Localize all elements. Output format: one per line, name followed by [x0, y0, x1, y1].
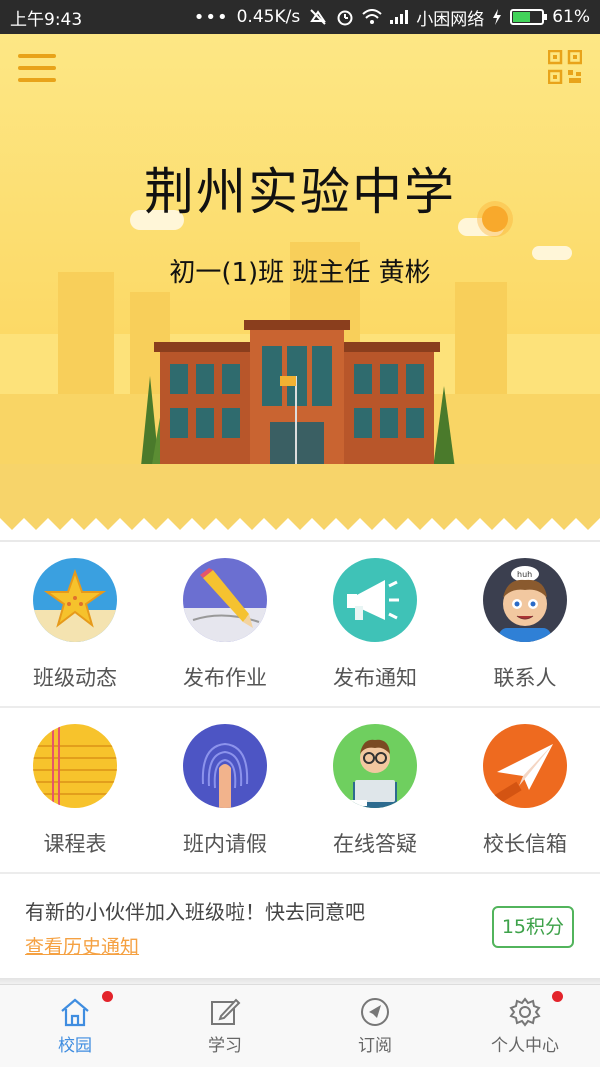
home-icon — [61, 998, 89, 1027]
grid-item-class-news[interactable]: 班级动态 — [0, 542, 150, 706]
grid-label: 课程表 — [43, 832, 107, 856]
grid-item-publish-notice[interactable]: 发布通知 — [300, 542, 450, 706]
status-right: ••• 0.45K/s 小困网络 61% — [194, 5, 590, 30]
wifi-icon — [362, 9, 382, 24]
grid-item-timetable[interactable]: 课程表 — [0, 708, 150, 872]
menu-button[interactable] — [18, 54, 56, 84]
nav-label: 个人中心 — [491, 1036, 559, 1056]
function-grid: 班级动态 发布作业 发布通知 huh 联系人 课程表 班内请假 在线答疑 校长信… — [0, 540, 600, 874]
status-bar: 上午9:43 ••• 0.45K/s 小困网络 61% — [0, 0, 600, 34]
grid-label: 发布通知 — [333, 666, 417, 690]
mute-icon — [310, 9, 327, 25]
history-notice-link[interactable]: 查看历史通知 — [25, 932, 139, 959]
grid-label: 校长信箱 — [483, 832, 567, 856]
teacher-laptop-icon — [333, 724, 417, 808]
menu-line — [18, 78, 56, 82]
school-building-illustration — [132, 320, 462, 486]
bottom-nav: 校园 学习 订阅 个人中心 — [0, 984, 600, 1067]
contact-face-icon: huh — [483, 558, 567, 642]
header-banner: 荆州实验中学 初一(1)班 班主任 黄彬 — [0, 34, 600, 530]
signal-icon — [390, 10, 409, 24]
pencil-icon — [183, 558, 267, 642]
nav-label: 校园 — [58, 1036, 92, 1056]
grid-row: 课程表 班内请假 在线答疑 校长信箱 — [0, 708, 600, 874]
grid-item-class-leave[interactable]: 班内请假 — [150, 708, 300, 872]
battery-fill — [513, 12, 531, 22]
notification-badge — [102, 991, 113, 1002]
starfish-icon — [33, 558, 117, 642]
points-badge[interactable]: 15积分 — [491, 906, 574, 948]
carrier-name: 小困网络 — [416, 9, 485, 30]
qr-code-icon[interactable] — [548, 50, 582, 84]
edit-icon — [211, 998, 241, 1025]
paper-plane-icon — [483, 724, 567, 808]
notice-panel: 有新的小伙伴加入班级啦！快去同意吧 查看历史通知 15积分 — [0, 874, 600, 978]
zigzag-edge — [0, 510, 600, 530]
grid-item-contacts[interactable]: huh 联系人 — [450, 542, 600, 706]
svg-text:huh: huh — [517, 570, 532, 579]
notebook-icon — [33, 724, 117, 808]
status-time: 上午9:43 — [10, 9, 83, 30]
fingerprint-icon — [183, 724, 267, 808]
grid-item-principal-mailbox[interactable]: 校长信箱 — [450, 708, 600, 872]
grid-label: 在线答疑 — [333, 832, 417, 856]
gear-icon — [509, 997, 541, 1027]
grid-item-online-qa[interactable]: 在线答疑 — [300, 708, 450, 872]
grid-label: 班内请假 — [183, 832, 267, 856]
notice-text[interactable]: 有新的小伙伴加入班级啦！快去同意吧 — [25, 896, 365, 925]
notification-badge — [552, 991, 563, 1002]
nav-item-profile[interactable]: 个人中心 — [450, 985, 600, 1067]
grid-label: 联系人 — [493, 666, 557, 690]
class-info: 初一(1)班 班主任 黄彬 — [169, 258, 431, 288]
grid-label: 发布作业 — [183, 666, 267, 690]
nav-item-subscribe[interactable]: 订阅 — [300, 985, 450, 1067]
nav-label: 订阅 — [358, 1036, 392, 1056]
menu-line — [18, 54, 56, 58]
school-name: 荆州实验中学 — [144, 163, 456, 221]
grid-item-publish-homework[interactable]: 发布作业 — [150, 542, 300, 706]
compass-icon — [361, 998, 389, 1026]
battery-percent: 61% — [552, 7, 590, 27]
nav-item-study[interactable]: 学习 — [150, 985, 300, 1067]
menu-line — [18, 66, 56, 70]
grid-row: 班级动态 发布作业 发布通知 huh 联系人 — [0, 542, 600, 708]
network-speed: 0.45K/s — [236, 7, 301, 27]
grid-label: 班级动态 — [33, 666, 117, 690]
megaphone-icon — [333, 558, 417, 642]
nav-item-campus[interactable]: 校园 — [0, 985, 150, 1067]
charging-icon — [493, 9, 502, 25]
alarm-icon — [337, 10, 353, 26]
status-dots: ••• — [193, 6, 229, 28]
nav-label: 学习 — [208, 1036, 242, 1056]
battery-icon — [510, 9, 548, 25]
